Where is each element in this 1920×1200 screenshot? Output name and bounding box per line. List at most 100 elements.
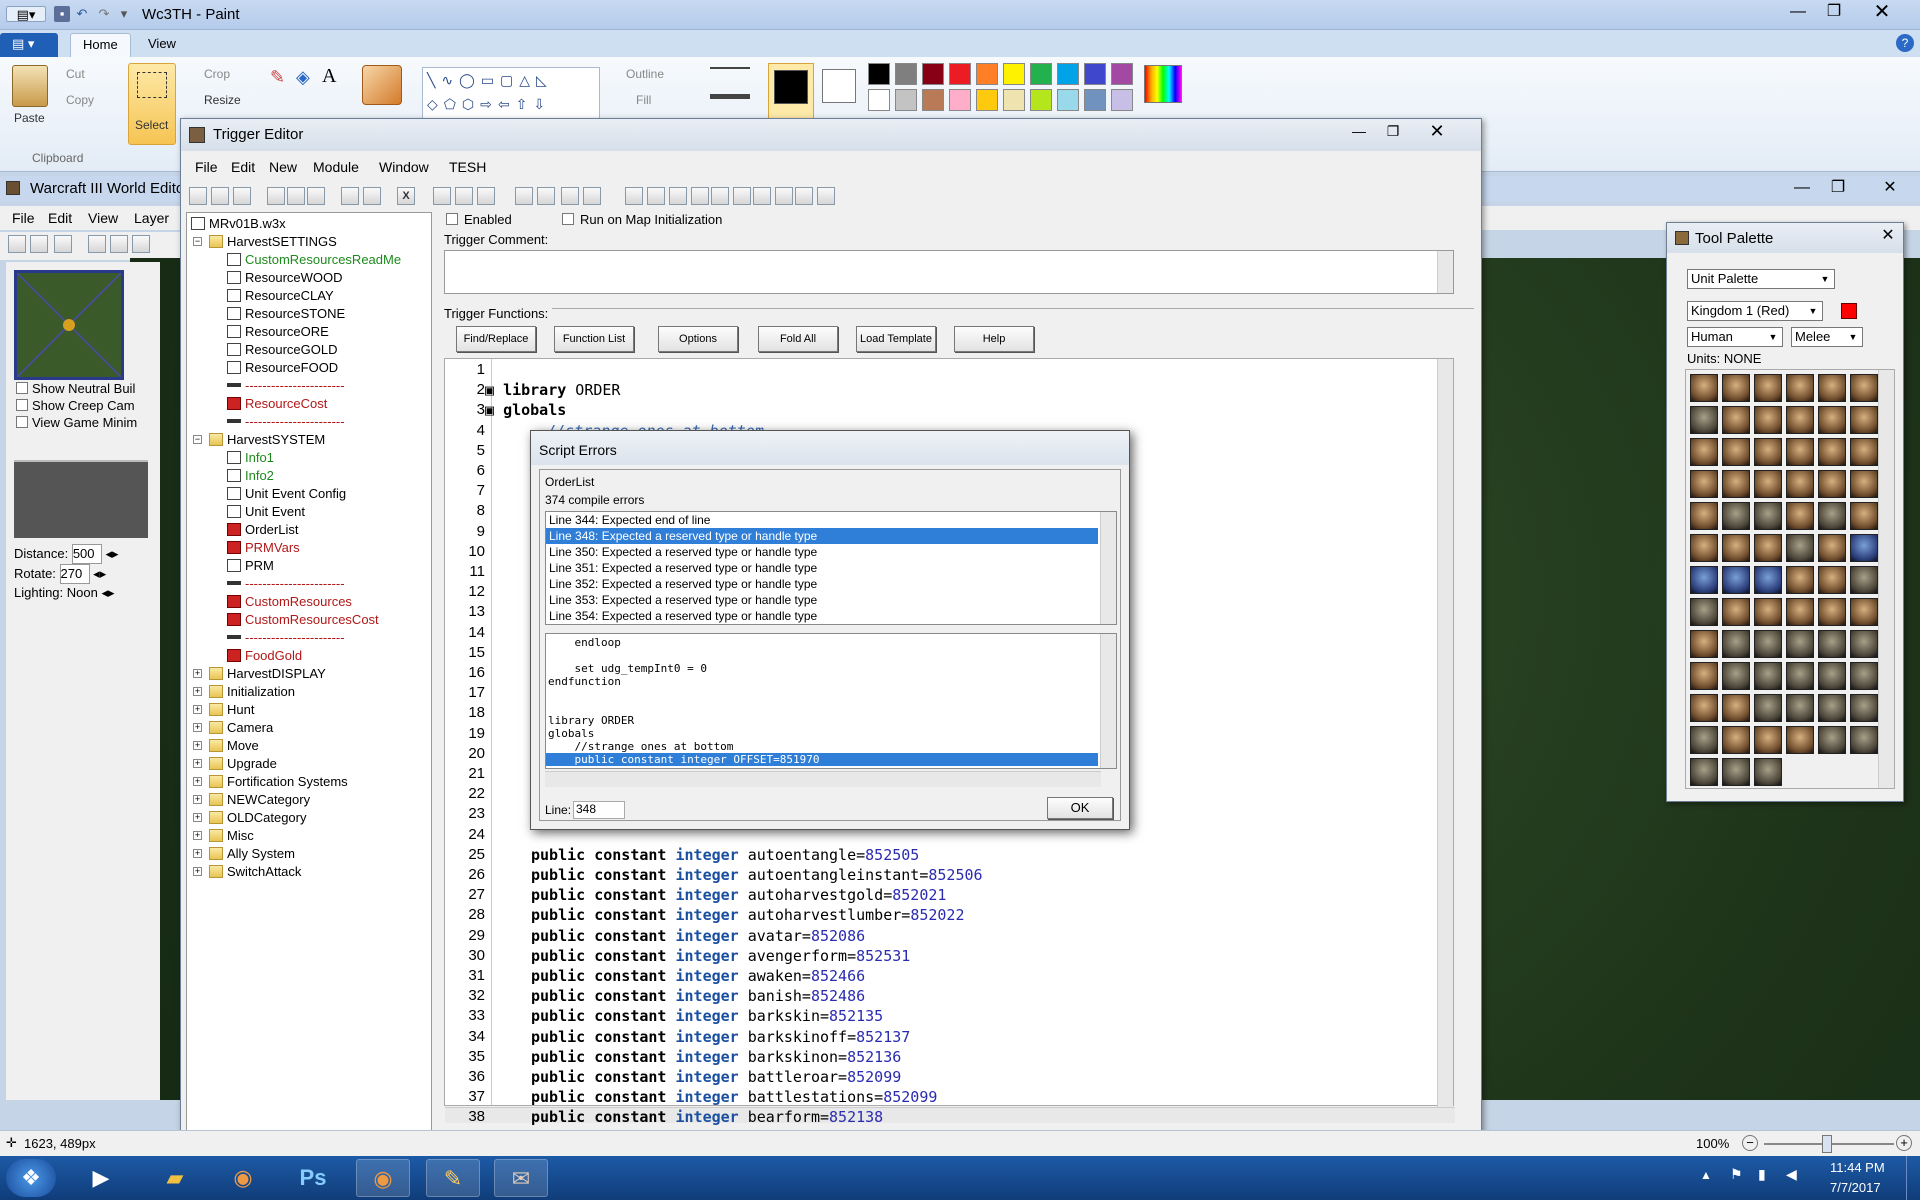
line-field[interactable]: 348 <box>573 801 625 819</box>
maximize-icon[interactable]: ❐ <box>1816 0 1852 26</box>
find-replace-button[interactable]: Find/Replace <box>456 326 536 352</box>
unit-icon[interactable] <box>1786 534 1814 562</box>
unit-icon[interactable] <box>1786 598 1814 626</box>
error-list-item[interactable]: Line 344: Expected end of line <box>546 512 1098 528</box>
palette-swatch[interactable] <box>1057 89 1079 111</box>
fill-button[interactable]: Fill <box>636 93 651 107</box>
tree-item[interactable]: PRMVars <box>227 539 300 557</box>
unit-icon[interactable] <box>1818 694 1846 722</box>
unit-icon[interactable] <box>1786 726 1814 754</box>
unit-icon[interactable] <box>1850 662 1878 690</box>
unit-icon[interactable] <box>1786 662 1814 690</box>
size-icon[interactable] <box>710 67 750 99</box>
enabled-checkbox[interactable]: Enabled <box>446 212 512 227</box>
unit-icon[interactable] <box>1690 758 1718 786</box>
unit-icon[interactable] <box>1818 726 1846 754</box>
cut-button[interactable]: Cut <box>66 67 85 81</box>
tray-flag-icon[interactable]: ⚑ <box>1730 1166 1743 1183</box>
tree-item[interactable]: OrderList <box>227 521 298 539</box>
unit-grid-scrollbar[interactable] <box>1878 370 1894 788</box>
undo-icon[interactable] <box>341 187 359 205</box>
unit-icon[interactable] <box>1722 598 1750 626</box>
expand-toggle-icon[interactable]: + <box>193 759 202 768</box>
unit-icon[interactable] <box>1754 374 1782 402</box>
unit-icon[interactable] <box>1722 502 1750 530</box>
tool-palette-close-icon[interactable]: ✕ <box>1877 225 1899 247</box>
file-explorer-icon[interactable]: ▰ <box>148 1159 202 1197</box>
unit-icon[interactable] <box>1818 438 1846 466</box>
tree-item[interactable]: + Ally System <box>193 845 295 863</box>
start-button[interactable]: ❖ <box>6 1159 56 1197</box>
we-menu-layer[interactable]: Layer <box>134 210 169 226</box>
unit-icon[interactable] <box>1754 438 1782 466</box>
tree-item[interactable]: ResourceWOOD <box>227 269 343 287</box>
tree-item[interactable]: − HarvestSETTINGS <box>193 233 337 251</box>
tree-item[interactable]: + Camera <box>193 719 273 737</box>
expand-toggle-icon[interactable]: + <box>193 687 202 696</box>
select-button[interactable]: Select <box>128 63 176 145</box>
tree-item[interactable]: ----------------------- <box>227 413 345 431</box>
clock-time[interactable]: 11:44 PM <box>1830 1160 1885 1175</box>
tree-item[interactable]: CustomResources <box>227 593 352 611</box>
local-var-icon[interactable] <box>583 187 601 205</box>
unit-icon[interactable] <box>1850 598 1878 626</box>
unit-icon[interactable] <box>1722 630 1750 658</box>
source-horizontal-scrollbar[interactable] <box>545 771 1101 787</box>
new-trigger-icon[interactable] <box>455 187 473 205</box>
customize-qat-icon[interactable]: ▾ <box>116 6 132 22</box>
we-minimize-icon[interactable]: — <box>1784 176 1820 202</box>
lighting-spinner-icon[interactable]: ◂▸ <box>101 585 114 600</box>
zoom-out-icon[interactable]: − <box>1742 1135 1758 1151</box>
te-menu-edit[interactable]: Edit <box>231 159 255 175</box>
tree-item[interactable]: + HarvestDISPLAY <box>193 665 326 683</box>
unit-icon[interactable] <box>1850 694 1878 722</box>
media-player-icon[interactable]: ▶ <box>74 1159 128 1197</box>
condition-icon[interactable] <box>537 187 555 205</box>
campaign-editor-icon[interactable] <box>733 187 751 205</box>
unit-icon[interactable] <box>1850 406 1878 434</box>
unit-icon[interactable] <box>1754 598 1782 626</box>
unit-icon[interactable] <box>1786 502 1814 530</box>
we-menu-file[interactable]: File <box>12 210 35 226</box>
tree-item[interactable]: ----------------------- <box>227 575 345 593</box>
new-category-icon[interactable] <box>433 187 451 205</box>
tree-item[interactable]: ResourceCost <box>227 395 327 413</box>
unit-icon[interactable] <box>1722 694 1750 722</box>
copy-icon[interactable] <box>287 187 305 205</box>
unit-icon[interactable] <box>1690 630 1718 658</box>
unit-icon[interactable] <box>1754 502 1782 530</box>
test-map-icon[interactable] <box>625 187 643 205</box>
tree-item[interactable]: Unit Event Config <box>227 485 346 503</box>
redo-icon[interactable]: ↷ <box>96 6 112 22</box>
player-select[interactable]: Kingdom 1 (Red) ▼ <box>1687 301 1823 321</box>
unit-icon[interactable] <box>1722 566 1750 594</box>
tree-item[interactable]: + Misc <box>193 827 254 845</box>
crop-button[interactable]: Crop <box>204 67 230 81</box>
expand-toggle-icon[interactable]: − <box>193 435 202 444</box>
unit-icon[interactable] <box>1818 534 1846 562</box>
expand-toggle-icon[interactable]: + <box>193 741 202 750</box>
tree-item[interactable]: + Upgrade <box>193 755 277 773</box>
we-cut-icon[interactable] <box>88 235 106 253</box>
save-icon[interactable]: ▪ <box>54 6 70 22</box>
te-menu-module[interactable]: Module <box>313 159 359 175</box>
palette-swatch[interactable] <box>922 89 944 111</box>
unit-icon[interactable] <box>1786 438 1814 466</box>
ai-editor-icon[interactable] <box>711 187 729 205</box>
unit-icon[interactable] <box>1850 502 1878 530</box>
palette-swatch[interactable] <box>922 63 944 85</box>
paste-icon[interactable] <box>307 187 325 205</box>
unit-icon[interactable] <box>1786 694 1814 722</box>
help-icon[interactable]: ? <box>1896 34 1914 52</box>
option-show-neutral[interactable]: Show Neutral Buil <box>16 380 137 397</box>
unit-icon[interactable] <box>1754 470 1782 498</box>
te-menu-tesh[interactable]: TESH <box>449 159 486 175</box>
cut-icon[interactable] <box>267 187 285 205</box>
run-on-init-checkbox[interactable]: Run on Map Initialization <box>562 212 722 227</box>
distance-spinner-icon[interactable]: ◂▸ <box>105 546 118 561</box>
we-paste-icon[interactable] <box>132 235 150 253</box>
options-button[interactable]: Options <box>658 326 738 352</box>
unit-icon[interactable] <box>1722 758 1750 786</box>
tree-item[interactable]: MRv01B.w3x <box>191 215 286 233</box>
tree-item[interactable]: + OLDCategory <box>193 809 306 827</box>
